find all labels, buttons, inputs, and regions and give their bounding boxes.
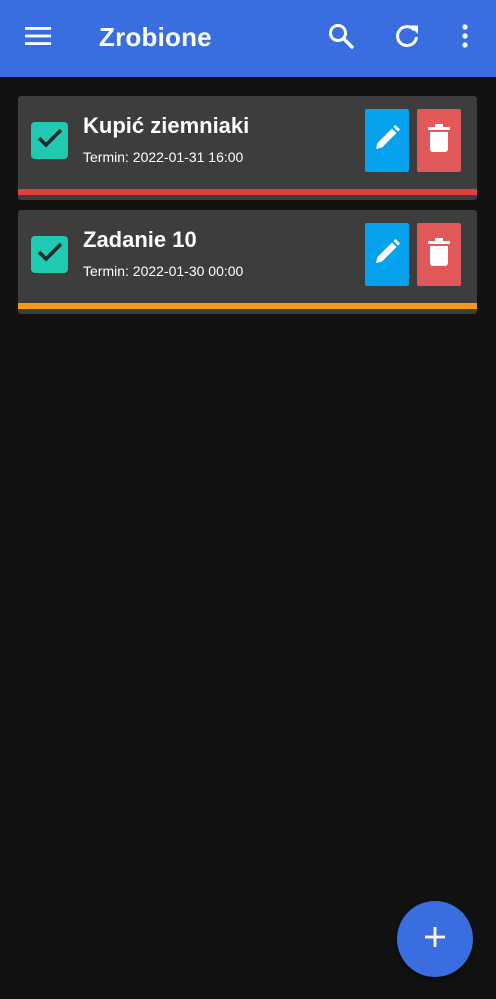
check-icon <box>37 241 63 268</box>
pencil-icon <box>372 237 402 272</box>
task-title: Zadanie 10 <box>83 227 197 252</box>
task-card[interactable]: Kupić ziemniaki Termin: 2022-01-31 16:00 <box>18 96 477 200</box>
pencil-icon <box>372 123 402 158</box>
task-due-date: Termin: 2022-01-30 00:00 <box>83 263 244 279</box>
refresh-icon <box>393 22 421 55</box>
check-icon <box>37 127 63 154</box>
task-list: Kupić ziemniaki Termin: 2022-01-31 16:00 <box>18 96 477 324</box>
edit-button[interactable] <box>365 109 409 172</box>
trash-icon <box>427 237 451 272</box>
more-vert-icon <box>460 23 470 54</box>
trash-icon <box>427 123 451 158</box>
task-card[interactable]: Zadanie 10 Termin: 2022-01-30 00:00 <box>18 210 477 314</box>
delete-button[interactable] <box>417 109 461 172</box>
task-checkbox[interactable] <box>31 236 68 273</box>
more-options-button[interactable] <box>447 20 483 56</box>
add-task-button[interactable] <box>397 901 473 977</box>
task-title: Kupić ziemniaki <box>83 113 250 138</box>
delete-button[interactable] <box>417 223 461 286</box>
refresh-button[interactable] <box>389 20 425 56</box>
search-button[interactable] <box>323 20 359 56</box>
edit-button[interactable] <box>365 223 409 286</box>
menu-button[interactable] <box>20 20 56 56</box>
task-due-date: Termin: 2022-01-31 16:00 <box>83 149 244 165</box>
priority-indicator <box>18 303 477 309</box>
plus-icon <box>424 926 446 953</box>
page-title: Zrobione <box>99 22 212 52</box>
search-icon <box>327 22 355 55</box>
task-checkbox[interactable] <box>31 122 68 159</box>
menu-icon <box>24 25 52 52</box>
app-bar: Zrobione <box>0 0 496 77</box>
priority-indicator <box>18 189 477 195</box>
